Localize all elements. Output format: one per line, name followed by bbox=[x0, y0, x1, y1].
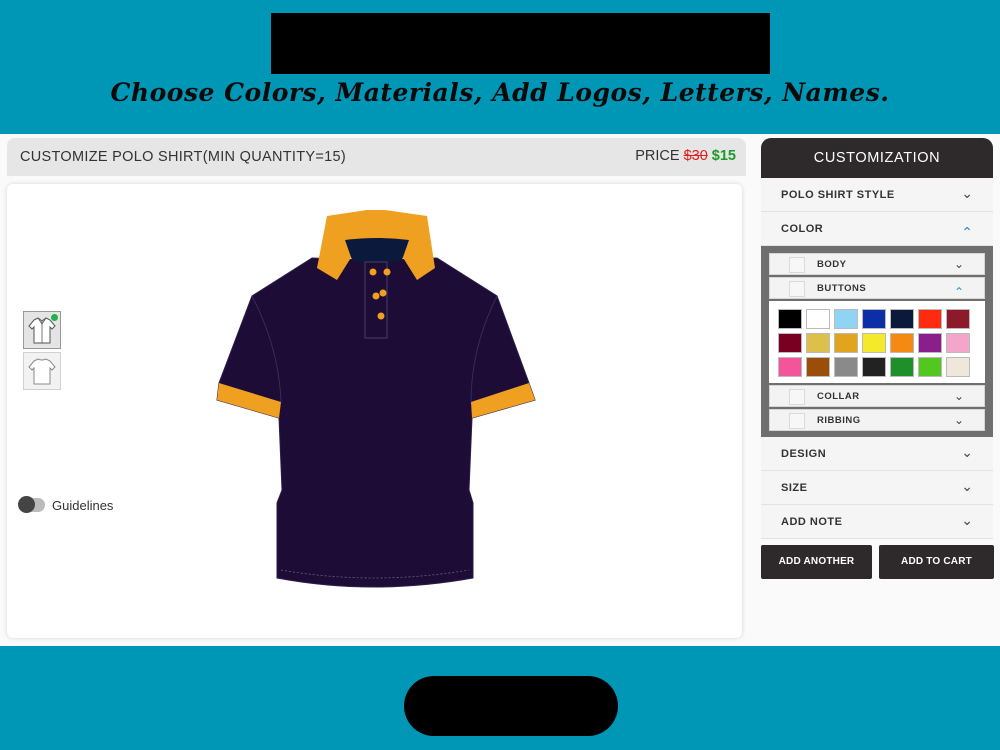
add-another-button[interactable]: ADD ANOTHER bbox=[761, 545, 872, 579]
color-swatch[interactable] bbox=[834, 333, 858, 353]
redacted-footer-button bbox=[404, 676, 618, 736]
color-swatch[interactable] bbox=[890, 333, 914, 353]
part-label: COLLAR bbox=[817, 391, 860, 402]
color-swatch[interactable] bbox=[890, 357, 914, 377]
section-label: DESIGN bbox=[781, 448, 827, 460]
chevron-up-icon: ⌃ bbox=[961, 225, 973, 241]
page-title: CUSTOMIZE POLO SHIRT(MIN QUANTITY=15) bbox=[20, 149, 346, 165]
color-swatch[interactable] bbox=[834, 357, 858, 377]
color-swatch[interactable] bbox=[918, 357, 942, 377]
part-label: BUTTONS bbox=[817, 283, 867, 294]
redacted-banner bbox=[271, 13, 770, 74]
color-swatch[interactable] bbox=[806, 357, 830, 377]
section-design[interactable]: DESIGN ⌄ bbox=[761, 437, 993, 471]
product-header: CUSTOMIZE POLO SHIRT(MIN QUANTITY=15) PR… bbox=[7, 138, 746, 176]
color-options: BODY ⌄ BUTTONS ⌃ COLLAR ⌄ RIBBING ⌄ bbox=[761, 246, 993, 437]
color-swatch[interactable] bbox=[806, 309, 830, 329]
jacket-back-icon bbox=[28, 358, 56, 385]
chevron-down-icon: ⌄ bbox=[953, 389, 964, 403]
color-swatch[interactable] bbox=[806, 333, 830, 353]
price-label: PRICE bbox=[635, 148, 680, 164]
color-swatch[interactable] bbox=[862, 333, 886, 353]
section-size[interactable]: SIZE ⌄ bbox=[761, 471, 993, 505]
chevron-down-icon: ⌄ bbox=[961, 445, 973, 461]
part-label: RIBBING bbox=[817, 415, 861, 426]
chevron-down-icon: ⌄ bbox=[961, 186, 973, 202]
chevron-down-icon: ⌄ bbox=[953, 257, 964, 271]
color-part-ribbing[interactable]: RIBBING ⌄ bbox=[769, 409, 985, 431]
price-display: PRICE $30 $15 bbox=[635, 148, 736, 164]
guidelines-toggle[interactable] bbox=[18, 496, 45, 513]
part-checkbox[interactable] bbox=[789, 413, 805, 429]
action-buttons: ADD ANOTHER ADD TO CART bbox=[761, 545, 994, 581]
section-label: COLOR bbox=[781, 223, 824, 235]
new-price: $15 bbox=[711, 148, 736, 164]
part-label: BODY bbox=[817, 259, 847, 270]
color-swatch[interactable] bbox=[834, 309, 858, 329]
toggle-knob bbox=[18, 496, 35, 513]
color-swatch[interactable] bbox=[862, 357, 886, 377]
section-color[interactable]: COLOR ⌃ bbox=[761, 212, 993, 246]
part-checkbox[interactable] bbox=[789, 257, 805, 273]
design-canvas: Guidelines bbox=[7, 184, 742, 638]
polo-shirt-preview bbox=[216, 210, 536, 588]
color-swatch[interactable] bbox=[946, 357, 970, 377]
section-polo-shirt-style[interactable]: POLO SHIRT STYLE ⌄ bbox=[761, 178, 993, 212]
color-swatch[interactable] bbox=[778, 357, 802, 377]
chevron-down-icon: ⌄ bbox=[953, 413, 964, 427]
part-checkbox[interactable] bbox=[789, 281, 805, 297]
section-label: POLO SHIRT STYLE bbox=[781, 189, 895, 201]
chevron-down-icon: ⌄ bbox=[961, 479, 973, 495]
color-part-buttons[interactable]: BUTTONS ⌃ bbox=[769, 277, 985, 299]
guidelines-label: Guidelines bbox=[52, 498, 114, 513]
color-swatch[interactable] bbox=[890, 309, 914, 329]
view-thumbnail-back[interactable] bbox=[23, 352, 61, 390]
color-swatch[interactable] bbox=[778, 333, 802, 353]
selected-indicator bbox=[51, 314, 58, 321]
section-add-note[interactable]: ADD NOTE ⌄ bbox=[761, 505, 993, 539]
chevron-up-icon: ⌃ bbox=[953, 285, 964, 299]
add-to-cart-button[interactable]: ADD TO CART bbox=[879, 545, 994, 579]
color-swatch[interactable] bbox=[862, 309, 886, 329]
part-checkbox[interactable] bbox=[789, 389, 805, 405]
color-part-collar[interactable]: COLLAR ⌄ bbox=[769, 385, 985, 407]
panel-title: CUSTOMIZATION bbox=[761, 138, 993, 178]
color-swatch-grid bbox=[769, 301, 985, 383]
section-label: SIZE bbox=[781, 482, 808, 494]
tagline: Choose Colors, Materials, Add Logos, Let… bbox=[110, 78, 890, 107]
color-swatch[interactable] bbox=[918, 333, 942, 353]
color-swatch[interactable] bbox=[778, 309, 802, 329]
color-swatch[interactable] bbox=[946, 333, 970, 353]
color-part-body[interactable]: BODY ⌄ bbox=[769, 253, 985, 275]
customization-panel: CUSTOMIZATION POLO SHIRT STYLE ⌄ COLOR ⌃… bbox=[761, 138, 994, 581]
section-label: ADD NOTE bbox=[781, 516, 843, 528]
color-swatch[interactable] bbox=[946, 309, 970, 329]
view-thumbnail-front[interactable] bbox=[23, 311, 61, 349]
old-price: $30 bbox=[683, 148, 708, 164]
color-swatch[interactable] bbox=[918, 309, 942, 329]
chevron-down-icon: ⌄ bbox=[961, 513, 973, 529]
